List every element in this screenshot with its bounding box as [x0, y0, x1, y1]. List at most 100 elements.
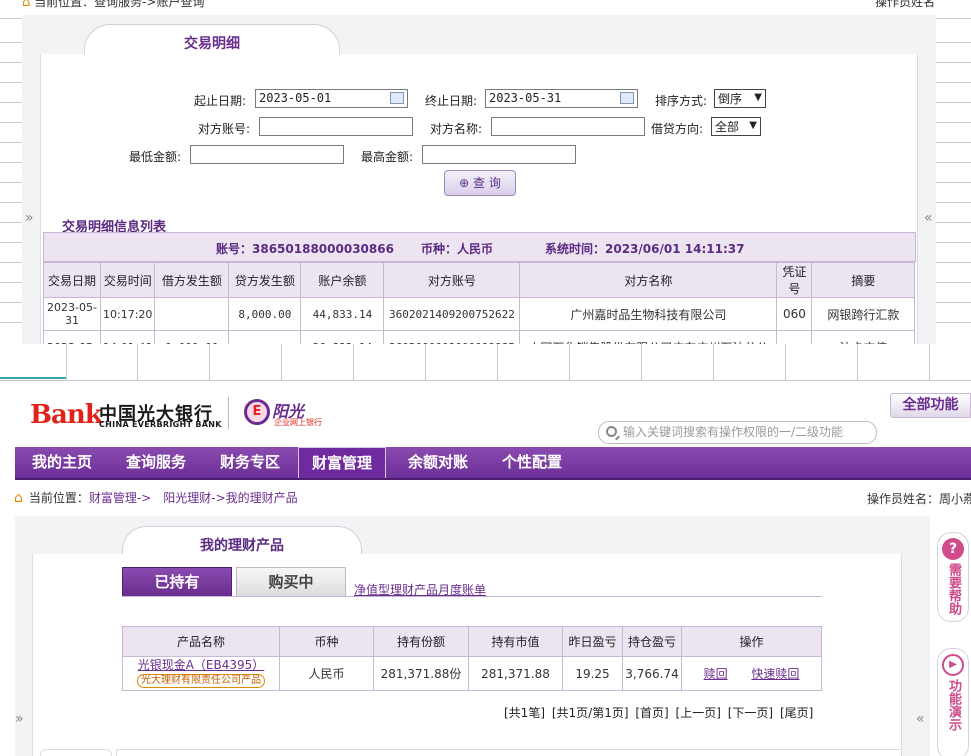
fast-redeem-link[interactable]: 快速赎回: [751, 667, 799, 681]
sort-value: 倒序: [718, 92, 743, 106]
currency-cell: 人民币: [279, 656, 374, 691]
expand-left-icon[interactable]: »: [15, 711, 24, 727]
counter-account-label: 对方账号:: [198, 122, 251, 136]
counter-account-input[interactable]: [259, 117, 413, 136]
end-date-value: 2023-05-31: [489, 91, 562, 105]
sort-select[interactable]: 倒序 ▼: [714, 89, 766, 108]
column-header: 摘要: [811, 262, 916, 298]
account-number: 账号：38650188000030866: [216, 242, 394, 256]
nav-balance-reconcile[interactable]: 余额对账: [395, 447, 481, 478]
net-value-statement-link[interactable]: 净值型理财产品月度账单: [354, 581, 486, 598]
nav-personal-settings[interactable]: 个性配置: [489, 447, 575, 478]
table-row[interactable]: 2023-05-31 10:17:20 8,000.00 44,833.14 36020…: [43, 297, 916, 331]
transaction-table: 交易日期 交易时间 借方发生额 贷方发生额 账户余额 对方账号 对方名称 凭证号 摘要 2023…: [43, 262, 916, 352]
demo-button[interactable]: ▶ 功能演示: [937, 648, 969, 756]
max-amount-label: 最高金额:: [361, 150, 414, 164]
tab-bar: 交易明细: [22, 20, 936, 58]
end-date-field[interactable]: 2023-05-31: [485, 89, 638, 108]
calendar-icon[interactable]: [620, 92, 634, 104]
wealth-products-screen: Bank 中国光大银行 CHINA EVERBRIGHT BANK E 阳光 企…: [0, 389, 971, 756]
table-header-row: 交易日期 交易时间 借方发生额 贷方发生额 账户余额 对方账号 对方名称 凭证号 摘要: [43, 262, 916, 298]
table-cell: 网银跨行汇款: [811, 297, 916, 331]
min-amount-label: 最低金额:: [129, 150, 182, 164]
chevron-down-icon: ▼: [749, 120, 757, 131]
max-amount-input[interactable]: [422, 145, 576, 164]
nav-query-service[interactable]: 查询服务: [113, 447, 199, 478]
tab-label: 我的理财产品: [200, 538, 284, 554]
collapse-right-icon[interactable]: «: [924, 210, 933, 226]
table-cell: 2023-05-31: [43, 297, 101, 331]
counter-name-input[interactable]: [491, 117, 645, 136]
tab-label: 交易明细: [184, 36, 240, 52]
column-header: 交易日期: [43, 262, 101, 298]
table-row: 光银现金A（EB4395） 光大理财有限责任公司产品 人民币 281,371.8…: [122, 656, 822, 691]
bottom-panel-edge: [116, 749, 902, 756]
query-button[interactable]: ⊕ 查 询: [444, 170, 516, 196]
table-cell: 060: [776, 297, 813, 331]
column-header: 持仓盈亏: [622, 626, 682, 657]
pager-total: [共1笔]: [504, 706, 545, 720]
pager-pages: [共1页/第1页]: [551, 706, 629, 720]
expand-left-icon[interactable]: »: [25, 210, 34, 226]
column-header: 借方发生额: [154, 262, 230, 298]
query-button-label: 查 询: [473, 176, 501, 190]
yesterday-pnl-cell: 19.25: [562, 656, 623, 691]
sunshine-badge-icon: E: [244, 399, 270, 425]
breadcrumb-path[interactable]: 财富管理-> 阳光理财->我的理财产品: [89, 491, 298, 505]
pager-last[interactable]: [尾页]: [780, 706, 813, 720]
table-cell: 44,833.14: [300, 297, 385, 331]
table-cell: [154, 297, 230, 331]
start-date-label: 起止日期:: [194, 94, 247, 108]
bottom-panel-edge: [40, 749, 112, 756]
min-amount-input[interactable]: [190, 145, 344, 164]
main-nav: 我的主页 查询服务 财务专区 财富管理 余额对账 个性配置: [15, 447, 971, 480]
pager-prev[interactable]: [上一页]: [676, 706, 721, 720]
logo-divider: [228, 397, 229, 429]
breadcrumb: ⌂ 当前位置：财富管理-> 阳光理财->我的理财产品: [14, 489, 298, 506]
issuer-badge: 光大理财有限责任公司产品: [137, 674, 265, 688]
start-date-field[interactable]: 2023-05-01: [255, 89, 408, 108]
direction-value: 全部: [715, 120, 740, 134]
tab-transaction-detail[interactable]: 交易明细: [84, 24, 340, 58]
table-cell: 10:17:20: [99, 297, 156, 331]
bank-logo-text: Bank: [30, 400, 103, 430]
product-name-link[interactable]: 光银现金A（EB4395）: [123, 659, 279, 672]
home-icon: ⌂: [22, 0, 31, 10]
tab-held[interactable]: 已持有: [122, 567, 232, 597]
table-cell: 广州嘉时品生物科技有限公司: [519, 297, 778, 331]
pager-next[interactable]: [下一页]: [728, 706, 773, 720]
column-header: 币种: [279, 626, 374, 657]
actions-cell: 赎回 快速赎回: [681, 656, 822, 691]
all-functions-button[interactable]: 全部功能: [890, 393, 971, 418]
demo-label: 功能演示: [946, 679, 961, 731]
nav-finance-zone[interactable]: 财务专区: [207, 447, 293, 478]
direction-select[interactable]: 全部 ▼: [711, 117, 761, 136]
pager-first[interactable]: [首页]: [635, 706, 668, 720]
market-value-cell: 281,371.88: [468, 656, 563, 691]
sort-label: 排序方式:: [655, 94, 708, 108]
direction-label: 借贷方向:: [651, 122, 704, 136]
products-table: 产品名称 币种 持有份额 持有市值 昨日盈亏 持仓盈亏 操作 光银现金A（EB4395） 光…: [122, 626, 822, 691]
account-info-bar: 账号：38650188000030866 币种：人民币 系统时间：2023/06…: [43, 232, 916, 262]
nav-home[interactable]: 我的主页: [19, 447, 105, 478]
column-header: 交易时间: [99, 262, 156, 298]
calendar-icon[interactable]: [390, 92, 404, 104]
nav-wealth-management[interactable]: 财富管理: [298, 447, 386, 478]
screen-divider: [0, 344, 971, 389]
column-header: 凭证号: [776, 262, 813, 298]
function-search-input[interactable]: 输入关键词搜索有操作权限的一/二级功能: [598, 421, 877, 444]
search-icon: [606, 426, 617, 437]
help-button[interactable]: ? 需要帮助: [937, 532, 969, 622]
help-icon: ?: [942, 538, 964, 560]
redeem-link[interactable]: 赎回: [704, 667, 728, 681]
chevron-down-icon: ▼: [754, 92, 762, 103]
collapse-right-icon[interactable]: «: [916, 711, 925, 727]
product-name-cell: 光银现金A（EB4395） 光大理财有限责任公司产品: [122, 656, 280, 691]
currency-info: 币种：人民币: [421, 242, 494, 256]
column-header: 持有市值: [468, 626, 563, 657]
tab-buying[interactable]: 购买中: [236, 567, 346, 597]
column-header: 贷方发生额: [228, 262, 302, 298]
column-header: 账户余额: [300, 262, 385, 298]
column-header: 昨日盈亏: [562, 626, 623, 657]
shares-cell: 281,371.88份: [373, 656, 469, 691]
